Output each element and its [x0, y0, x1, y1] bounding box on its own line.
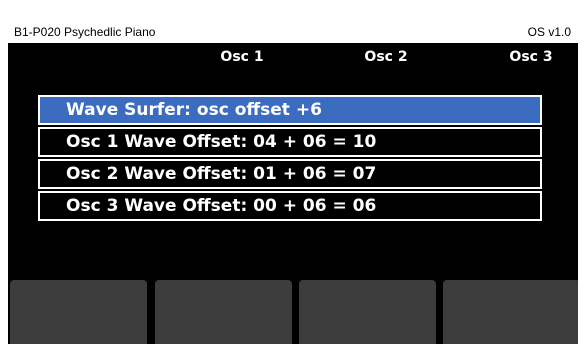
softkey-label-osc-1: Osc 1 [220, 49, 264, 65]
menu-item-osc-2-wave-offset[interactable]: Osc 2 Wave Offset: 01 + 06 = 07 [38, 159, 542, 189]
display-screen: B1-P020 Psychedlic Piano OS v1.0 Osc 1 O… [8, 22, 578, 344]
softkey-label-osc-2: Osc 2 [364, 49, 408, 65]
softkey-2[interactable] [155, 280, 292, 344]
menu-list: Wave Surfer: osc offset +6 Osc 1 Wave Of… [38, 95, 542, 223]
softkey-1[interactable] [10, 280, 147, 344]
softkey-3[interactable] [299, 280, 436, 344]
menu-item-osc-3-wave-offset[interactable]: Osc 3 Wave Offset: 00 + 06 = 06 [38, 191, 542, 221]
menu-item-osc-1-wave-offset[interactable]: Osc 1 Wave Offset: 04 + 06 = 10 [38, 127, 542, 157]
softkey-4[interactable] [443, 280, 578, 344]
menu-item-wave-surfer[interactable]: Wave Surfer: osc offset +6 [38, 95, 542, 125]
patch-name: B1-P020 Psychedlic Piano [14, 25, 156, 39]
softkey-label-osc-3: Osc 3 [509, 49, 553, 65]
os-version: OS v1.0 [527, 25, 571, 39]
title-bar: B1-P020 Psychedlic Piano OS v1.0 [8, 22, 578, 43]
